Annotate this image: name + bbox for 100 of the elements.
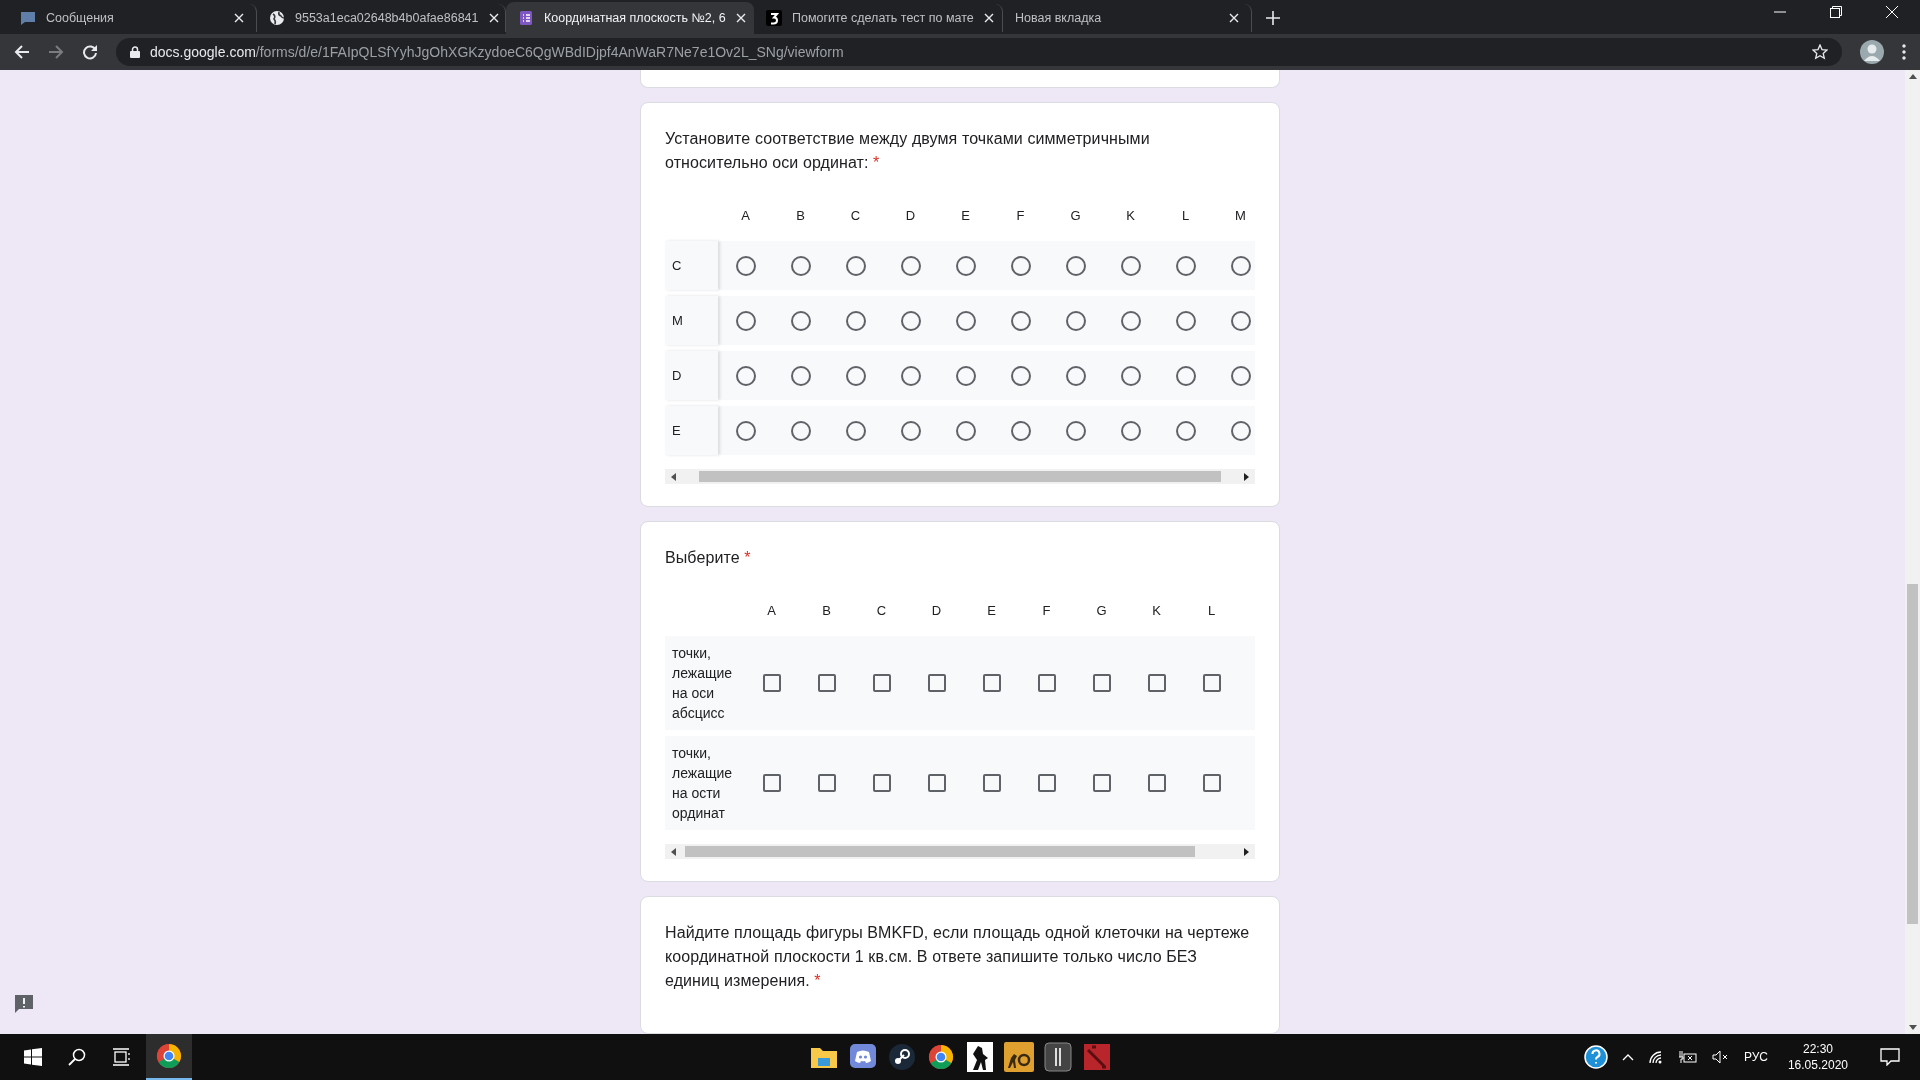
radio-button[interactable] (735, 365, 756, 386)
radio-button[interactable] (790, 310, 811, 331)
reload-icon[interactable] (82, 44, 98, 60)
avatar-icon[interactable] (1860, 40, 1884, 64)
radio-button[interactable] (1175, 310, 1196, 331)
scroll-left-icon[interactable] (671, 847, 677, 856)
radio-button[interactable] (1175, 420, 1196, 441)
radio-button[interactable] (900, 310, 921, 331)
scroll-right-icon[interactable] (1243, 472, 1249, 481)
network-icon[interactable] (1647, 1050, 1664, 1064)
checkbox[interactable] (1037, 674, 1056, 692)
chevron-up-icon[interactable] (1621, 1053, 1634, 1061)
radio-button[interactable] (1230, 365, 1251, 386)
radio-button[interactable] (1230, 255, 1251, 276)
scroll-right-icon[interactable] (1243, 847, 1249, 856)
star-icon[interactable] (1812, 44, 1828, 60)
language-indicator[interactable]: РУС (1743, 1050, 1768, 1064)
radio-button[interactable] (1065, 255, 1086, 276)
radio-button[interactable] (735, 255, 756, 276)
radio-button[interactable] (845, 310, 866, 331)
radio-button[interactable] (1065, 365, 1086, 386)
radio-button[interactable] (1010, 310, 1031, 331)
radio-button[interactable] (1065, 310, 1086, 331)
task-view-icon[interactable] (112, 1048, 132, 1066)
radio-button[interactable] (955, 365, 976, 386)
scroll-down-icon[interactable] (1908, 1024, 1917, 1030)
close-icon[interactable] (488, 13, 499, 23)
notification-icon[interactable] (1880, 1048, 1900, 1066)
radio-button[interactable] (1230, 420, 1251, 441)
radio-button[interactable] (1120, 365, 1141, 386)
radio-button[interactable] (1120, 310, 1141, 331)
checkbox[interactable] (982, 774, 1001, 792)
close-icon[interactable] (1229, 13, 1239, 23)
feedback-icon[interactable] (14, 994, 34, 1014)
radio-button[interactable] (845, 365, 866, 386)
browser-tab[interactable]: Сообщения (8, 4, 257, 32)
checkbox[interactable] (872, 674, 891, 692)
checkbox[interactable] (762, 774, 781, 792)
address-bar[interactable]: docs.google.com/forms/d/e/1FAIpQLSfYyhJgOhXGKzydoeC6QgWBdIDjpf4AnWaR7Ne7e1Ov2L_SNg/viewform (116, 38, 1842, 66)
radio-button[interactable] (845, 420, 866, 441)
checkbox[interactable] (1202, 774, 1221, 792)
checkbox[interactable] (817, 774, 836, 792)
radio-button[interactable] (735, 420, 756, 441)
radio-button[interactable] (735, 310, 756, 331)
radio-button[interactable] (955, 255, 976, 276)
radio-button[interactable] (1120, 255, 1141, 276)
mute-icon[interactable] (1711, 1050, 1730, 1064)
close-icon[interactable] (983, 13, 994, 23)
back-icon[interactable] (14, 44, 30, 60)
checkbox[interactable] (1202, 674, 1221, 692)
radio-button[interactable] (900, 365, 921, 386)
radio-button[interactable] (955, 420, 976, 441)
checkbox[interactable] (927, 674, 946, 692)
radio-button[interactable] (1010, 255, 1031, 276)
radio-button[interactable] (955, 310, 976, 331)
radio-button[interactable] (790, 420, 811, 441)
checkbox[interactable] (982, 674, 1001, 692)
column-header: D (905, 207, 916, 223)
start-icon[interactable] (24, 1048, 42, 1066)
checkbox[interactable] (872, 774, 891, 792)
close-icon[interactable] (234, 13, 244, 23)
search-icon[interactable] (68, 1048, 86, 1066)
battery-icon[interactable] (1677, 1050, 1698, 1064)
browser-tab[interactable]: Помогите сделать тест по мате (754, 4, 1003, 32)
vertical-scrollbar[interactable] (1905, 70, 1920, 1034)
radio-button[interactable] (845, 255, 866, 276)
radio-button[interactable] (1010, 365, 1031, 386)
radio-button[interactable] (1175, 365, 1196, 386)
browser-tab[interactable]: Новая вкладка (1003, 4, 1252, 32)
radio-button[interactable] (1010, 420, 1031, 441)
checkbox[interactable] (762, 674, 781, 692)
game-store-icon (887, 1043, 916, 1071)
new-tab-icon[interactable] (1266, 11, 1280, 25)
horizontal-scrollbar[interactable] (665, 469, 1255, 484)
checkbox[interactable] (1147, 674, 1166, 692)
checkbox[interactable] (927, 774, 946, 792)
question-text: Установите соответствие между двумя точками симметричными относительно оси ординат: * (665, 129, 1151, 173)
radio-button[interactable] (790, 255, 811, 276)
taskbar-app[interactable] (146, 1034, 192, 1080)
radio-button[interactable] (1175, 255, 1196, 276)
checkbox[interactable] (1147, 774, 1166, 792)
horizontal-scrollbar[interactable] (665, 844, 1255, 859)
radio-button[interactable] (900, 420, 921, 441)
radio-button[interactable] (900, 255, 921, 276)
restore-icon[interactable] (1830, 5, 1842, 18)
scroll-left-icon[interactable] (671, 472, 677, 481)
checkbox[interactable] (817, 674, 836, 692)
clock-time: 22:30 (1802, 1041, 1833, 1057)
radio-button[interactable] (1230, 310, 1251, 331)
checkbox[interactable] (1092, 774, 1111, 792)
radio-button[interactable] (1120, 420, 1141, 441)
help-icon[interactable] (1583, 1045, 1608, 1069)
close-icon[interactable] (735, 13, 746, 23)
browser-tab[interactable]: Координатная плоскость №2, 6 (506, 2, 754, 34)
menu-icon[interactable] (1902, 44, 1906, 60)
radio-button[interactable] (1065, 420, 1086, 441)
checkbox[interactable] (1037, 774, 1056, 792)
checkbox[interactable] (1092, 674, 1111, 692)
radio-button[interactable] (790, 365, 811, 386)
scroll-up-icon[interactable] (1908, 74, 1917, 80)
